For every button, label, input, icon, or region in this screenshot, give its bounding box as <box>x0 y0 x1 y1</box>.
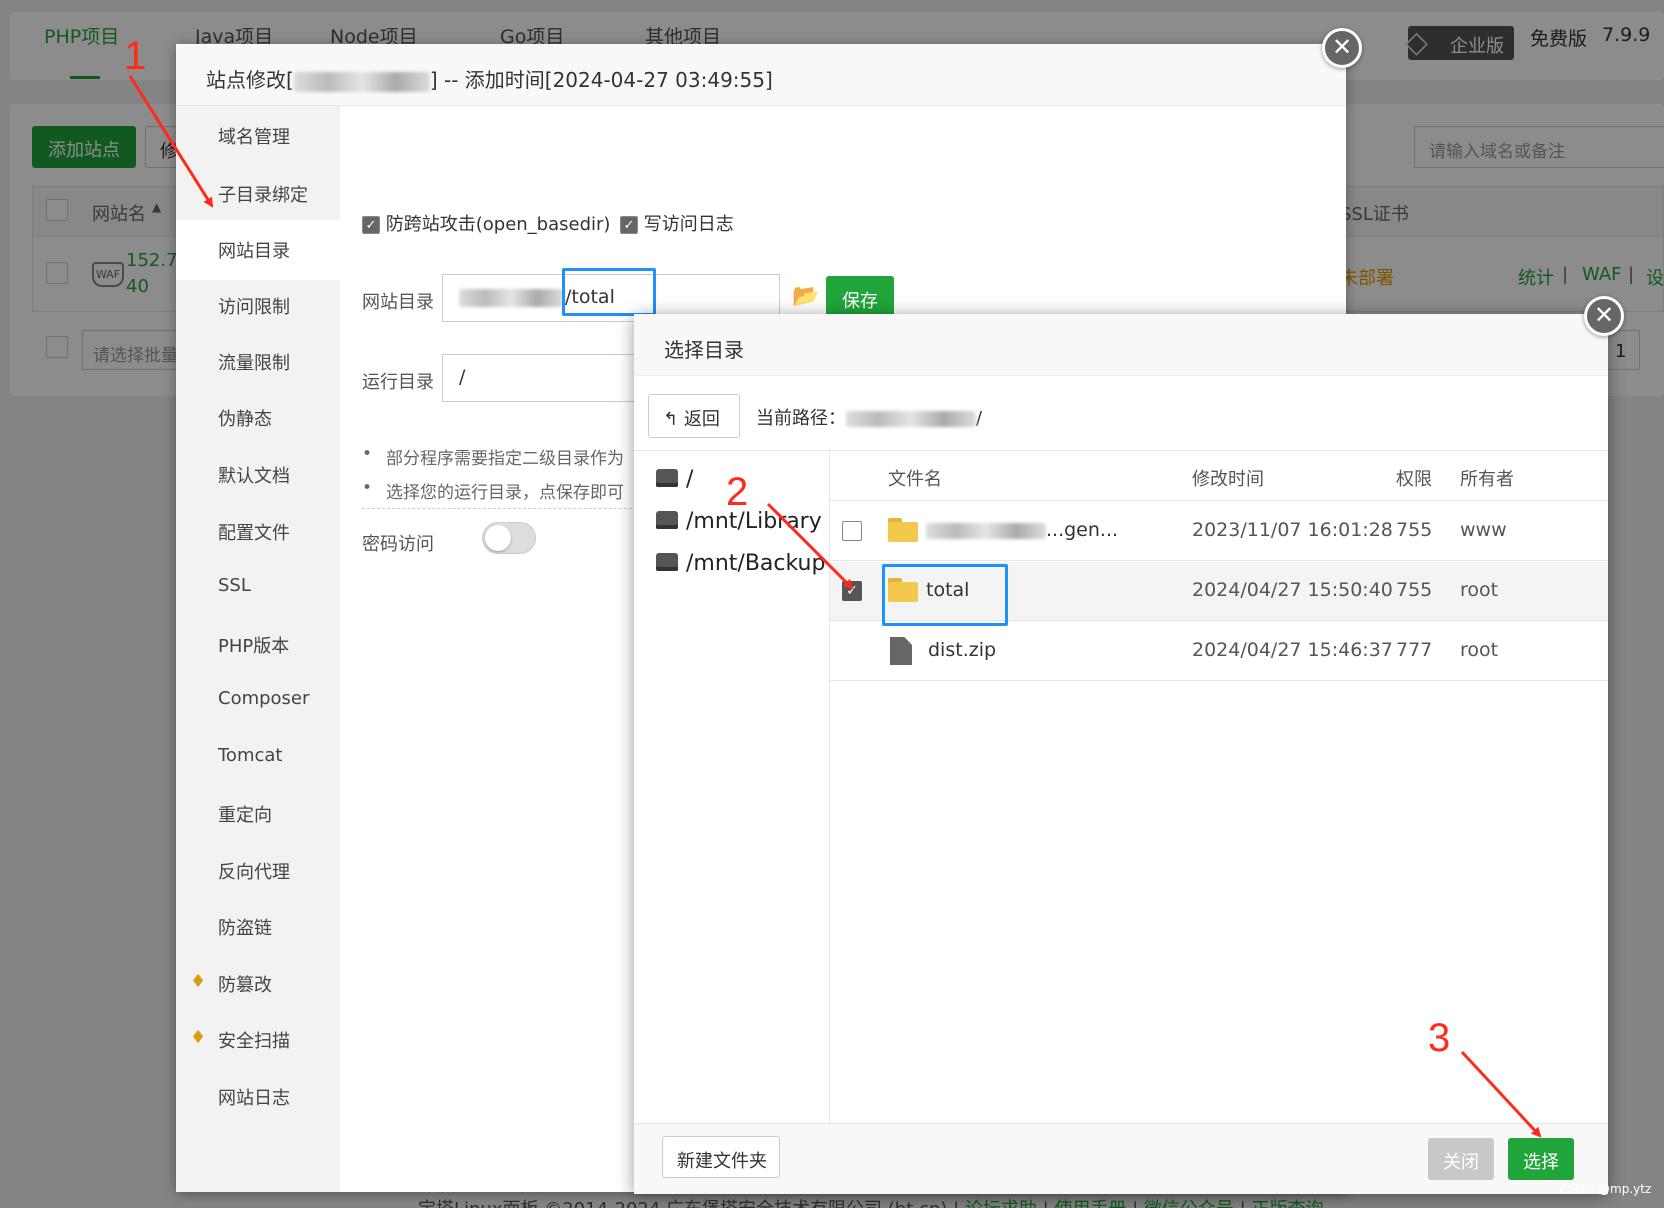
drive-label: /mnt/Library <box>686 509 822 534</box>
drive-root[interactable]: / <box>656 467 693 492</box>
file-permission: 777 <box>1396 639 1433 661</box>
sidebar-item-default-doc[interactable]: 默认文档 <box>176 445 340 505</box>
title-suffix: ] -- 添加时间[2024-04-27 03:49:55] <box>429 68 773 92</box>
column-permission[interactable]: 权限 <box>1396 465 1432 491</box>
site-dir-label: 网站目录 <box>362 292 434 313</box>
sidebar-item-domain[interactable]: 域名管理 <box>176 106 340 166</box>
drive-icon <box>656 469 678 487</box>
password-access-toggle[interactable] <box>482 522 536 554</box>
column-mtime[interactable]: 修改时间 <box>1192 465 1264 491</box>
basedir-checkbox[interactable]: ✓ <box>362 216 380 234</box>
sidebar-item-ssl[interactable]: SSL <box>176 558 340 618</box>
current-path-suffix: / <box>976 408 983 429</box>
file-name[interactable]: ...gen... <box>926 519 1118 541</box>
back-label: 返回 <box>683 409 720 430</box>
file-mtime: 2023/11/07 16:01:28 <box>1192 519 1393 541</box>
run-dir-label: 运行目录 <box>362 372 434 393</box>
close-button[interactable]: 关闭 <box>1428 1138 1494 1180</box>
sidebar-item-composer[interactable]: Composer <box>176 671 340 731</box>
file-name[interactable]: dist.zip <box>928 639 996 661</box>
csdn-watermark: CSDN @mp.ytz <box>1560 1182 1652 1196</box>
sidebar-item-access-limit[interactable]: 访问限制 <box>176 276 340 336</box>
file-icon <box>890 637 912 665</box>
file-permission: 755 <box>1396 519 1433 541</box>
site-settings-sidebar: 域名管理 子目录绑定 网站目录 访问限制 流量限制 伪静态 默认文档 配置文件 … <box>176 106 340 1192</box>
current-path-label: 当前路径： <box>756 408 846 429</box>
file-table: 文件名 修改时间 权限 所有者 ...gen... 2023/11/07 16:… <box>830 451 1608 1123</box>
choose-directory-dialog: 选择目录 ↰ 返回 当前路径： / / /mnt/Library /mnt/Bac… <box>634 314 1608 1194</box>
highlight-total-folder <box>882 564 1008 626</box>
note-subdir: 部分程序需要指定二级目录作为 <box>386 449 624 469</box>
note-bullet: • <box>362 444 373 464</box>
sidebar-item-site-dir[interactable]: 网站目录 <box>176 220 340 280</box>
sidebar-item-rewrite[interactable]: 伪静态 <box>176 388 340 448</box>
row-checkbox[interactable] <box>842 521 862 541</box>
title-prefix: 站点修改[ <box>206 68 294 92</box>
file-row[interactable]: dist.zip 2024/04/27 15:46:37 777 root <box>830 622 1608 681</box>
sidebar-item-hotlink[interactable]: 防盗链 <box>176 897 340 957</box>
log-checkbox[interactable]: ✓ <box>620 216 638 234</box>
drive-list: / /mnt/Library /mnt/Backup <box>634 451 830 1123</box>
annotation-step-3: 3 <box>1428 1016 1451 1060</box>
choose-button[interactable]: 选择 <box>1508 1138 1574 1180</box>
option-basedir[interactable]: ✓ 防跨站攻击(open_basedir) <box>362 210 610 236</box>
drive-icon <box>656 511 678 529</box>
note-run-dir: 选择您的运行目录，点保存即可 <box>386 483 624 503</box>
sidebar-item-traffic-limit[interactable]: 流量限制 <box>176 332 340 392</box>
folder-open-icon[interactable]: 📂 <box>792 284 819 309</box>
new-folder-button[interactable]: 新建文件夹 <box>662 1136 780 1178</box>
dir-dialog-title: 选择目录 <box>634 314 1608 376</box>
file-mtime: 2024/04/27 15:50:40 <box>1192 579 1393 601</box>
sidebar-item-security-scan[interactable]: 安全扫描 <box>176 1010 340 1070</box>
log-label: 写访问日志 <box>643 214 734 235</box>
basedir-label: 防跨站攻击(open_basedir) <box>385 214 611 235</box>
site-dialog-title: 站点修改[ ] -- 添加时间[2024-04-27 03:49:55] <box>176 44 1346 106</box>
sidebar-item-redirect[interactable]: 重定向 <box>176 784 340 844</box>
file-owner: root <box>1460 639 1499 661</box>
run-dir-select[interactable]: / <box>442 354 642 402</box>
toggle-knob <box>485 525 511 551</box>
redacted-current-path <box>846 411 976 427</box>
drive-mnt-backup[interactable]: /mnt/Backup <box>656 551 825 576</box>
sidebar-item-reverse-proxy[interactable]: 反向代理 <box>176 841 340 901</box>
redacted-path <box>459 288 563 307</box>
sidebar-item-tomcat[interactable]: Tomcat <box>176 728 340 788</box>
annotation-step-2: 2 <box>726 470 749 514</box>
dir-dialog-close-icon[interactable]: ✕ <box>1584 296 1624 336</box>
redacted-site-name <box>293 71 430 92</box>
file-mtime: 2024/04/27 15:46:37 <box>1192 639 1393 661</box>
back-button[interactable]: ↰ 返回 <box>648 394 740 438</box>
file-table-header: 文件名 修改时间 权限 所有者 <box>830 451 1608 501</box>
sidebar-item-tamper-proof[interactable]: 防篡改 <box>176 954 340 1014</box>
drive-label: /mnt/Backup <box>686 551 826 576</box>
file-row-selected[interactable]: ✓ total 2024/04/27 15:50:40 755 root <box>830 562 1608 626</box>
highlight-site-dir <box>562 268 656 316</box>
back-arrow-icon: ↰ <box>663 409 679 430</box>
row-checkbox-checked[interactable]: ✓ <box>842 581 862 601</box>
dir-dialog-footer: 新建文件夹 关闭 选择 <box>634 1124 1608 1194</box>
current-path: 当前路径： / <box>756 404 982 430</box>
sidebar-item-subdir-binding[interactable]: 子目录绑定 <box>176 164 340 224</box>
file-permission: 755 <box>1396 579 1433 601</box>
drive-label: / <box>686 467 694 492</box>
divider <box>362 508 642 509</box>
sidebar-item-site-log[interactable]: 网站日志 <box>176 1067 340 1127</box>
sidebar-item-php-version[interactable]: PHP版本 <box>176 615 340 675</box>
column-owner[interactable]: 所有者 <box>1460 465 1514 491</box>
option-access-log[interactable]: ✓ 写访问日志 <box>620 210 734 236</box>
file-row[interactable]: ...gen... 2023/11/07 16:01:28 755 www <box>830 502 1608 561</box>
file-owner: www <box>1460 519 1507 541</box>
file-owner: root <box>1460 579 1499 601</box>
column-filename[interactable]: 文件名 <box>888 465 942 491</box>
folder-icon <box>888 518 918 542</box>
site-dialog-close-icon[interactable]: ✕ <box>1322 28 1362 68</box>
sidebar-item-config-file[interactable]: 配置文件 <box>176 502 340 562</box>
password-access-label: 密码访问 <box>362 534 434 555</box>
note-bullet: • <box>362 478 373 498</box>
drive-icon <box>656 553 678 571</box>
redacted-filename <box>926 522 1046 539</box>
annotation-step-1: 1 <box>124 34 147 78</box>
